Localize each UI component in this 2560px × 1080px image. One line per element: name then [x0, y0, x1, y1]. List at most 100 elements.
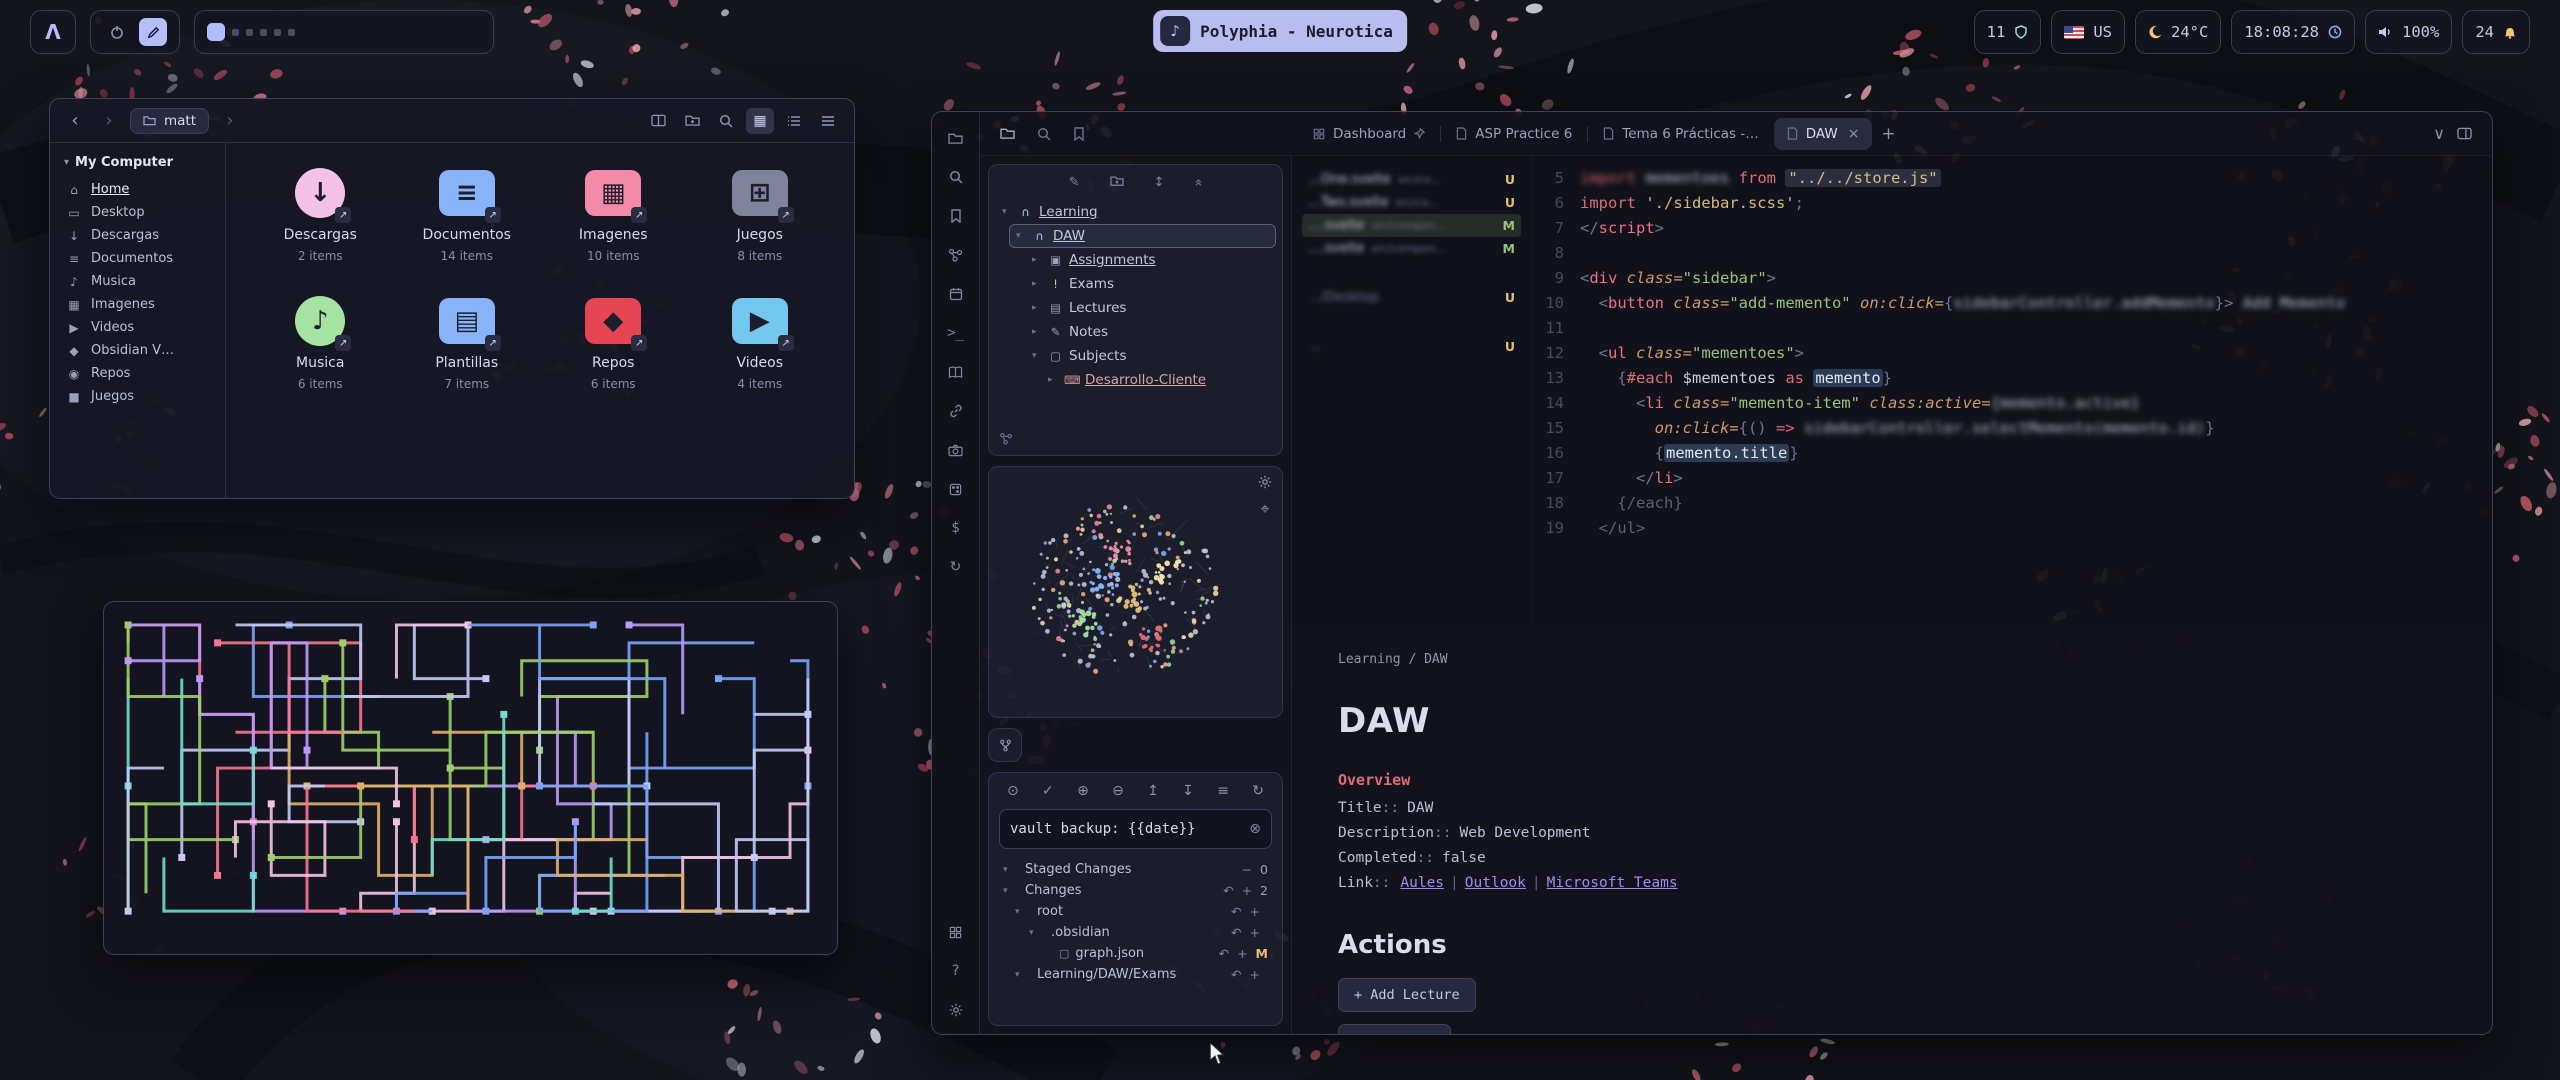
- tree-row[interactable]: ▾ ▢ Subjects: [1025, 344, 1276, 368]
- chevron-icon[interactable]: ▾: [1016, 231, 1026, 241]
- tab-asp-practice[interactable]: ASP Practice 6: [1443, 118, 1585, 150]
- git-row[interactable]: ▾ Changes ↶ + 2: [999, 880, 1272, 901]
- sidebar-item[interactable]: ◉ Repos: [58, 362, 217, 385]
- path-pill[interactable]: matt: [130, 108, 209, 134]
- git-row[interactable]: ▾ Learning/DAW/Exams ↶ +: [999, 964, 1272, 985]
- launcher-button[interactable]: Λ: [30, 10, 76, 54]
- stage-icon[interactable]: +: [1242, 883, 1252, 898]
- folder-item[interactable]: ⊞ ↗ Juegos 8 items: [690, 165, 831, 263]
- sidebar-item[interactable]: ◆ Obsidian V…: [58, 339, 217, 362]
- git-refresh-icon[interactable]: ↻: [1252, 783, 1264, 799]
- changed-file-row[interactable]: …/Desktop U: [1302, 286, 1521, 309]
- new-folder-icon[interactable]: [1110, 175, 1124, 190]
- workspace-dot[interactable]: [260, 29, 267, 36]
- camera-icon[interactable]: [945, 440, 967, 460]
- graph-view-panel[interactable]: ⌖: [988, 466, 1283, 718]
- git-push-icon[interactable]: ↥: [1147, 783, 1159, 799]
- sidebar-item[interactable]: ▦ Imagenes: [58, 293, 217, 316]
- network-icon[interactable]: [999, 432, 1272, 445]
- book-icon[interactable]: [945, 362, 967, 382]
- split-pane-icon[interactable]: [2457, 127, 2472, 140]
- discard-icon[interactable]: ↶: [1231, 925, 1241, 940]
- sidebar-item[interactable]: ⌂ Home: [58, 178, 217, 201]
- tree-row[interactable]: ▸ ⌨ Desarrollo-Cliente: [1041, 368, 1276, 392]
- bookmark-icon[interactable]: [945, 206, 967, 226]
- sync-icon[interactable]: ↻: [945, 557, 967, 577]
- discard-icon[interactable]: ↶: [1223, 883, 1233, 898]
- git-history-icon[interactable]: ⊙: [1007, 783, 1019, 799]
- active-workspace-indicator[interactable]: [207, 23, 225, 41]
- notes-widget-icon[interactable]: [139, 18, 167, 46]
- commit-message-input[interactable]: [1010, 821, 1249, 837]
- git-row[interactable]: ▾ .obsidian ↶ +: [999, 922, 1272, 943]
- search-icon[interactable]: [712, 108, 740, 134]
- tree-row[interactable]: ▸ ✎ Notes: [1025, 320, 1276, 344]
- collapsed-panel[interactable]: [988, 728, 1022, 762]
- changed-file-row[interactable]: …Two.svelte src/co… U: [1302, 191, 1521, 214]
- graph-focus-icon[interactable]: ⌖: [1260, 499, 1269, 519]
- add-lecture-button[interactable]: + Add Lecture: [1338, 978, 1476, 1012]
- chevron-icon[interactable]: ▾: [1015, 907, 1025, 917]
- git-unstage-all-icon[interactable]: ⊖: [1112, 783, 1124, 799]
- folder-item[interactable]: ▦ ↗ Imagenes 10 items: [543, 165, 684, 263]
- breadcrumb-expand[interactable]: ›: [217, 108, 243, 134]
- folder-item[interactable]: ▤ ↗ Plantillas 7 items: [397, 293, 538, 391]
- stage-icon[interactable]: +: [1237, 946, 1247, 961]
- notifications-widget[interactable]: 24: [2462, 10, 2530, 54]
- clear-commit-icon[interactable]: ⊗: [1249, 821, 1261, 837]
- tree-row[interactable]: ▸ ! Exams: [1025, 272, 1276, 296]
- forward-button[interactable]: ›: [96, 108, 122, 134]
- chevron-icon[interactable]: ▾: [1029, 928, 1039, 938]
- sidebar-section-header[interactable]: ▾ My Computer: [58, 153, 217, 178]
- code-editor[interactable]: 5import mementoes from "../../store.js"6…: [1532, 156, 2492, 626]
- vault-switcher-icon[interactable]: [945, 922, 967, 942]
- link-outlook[interactable]: Outlook: [1465, 875, 1526, 891]
- git-changelist-icon[interactable]: ≡: [1217, 783, 1229, 799]
- sidebar-item[interactable]: ≡ Documentos: [58, 247, 217, 270]
- back-button[interactable]: ‹: [62, 108, 88, 134]
- updates-widget[interactable]: 11: [1974, 10, 2042, 54]
- new-tab-button[interactable]: +: [1874, 120, 1902, 148]
- clock-widget[interactable]: 18:08:28: [2231, 10, 2355, 54]
- git-commit-icon[interactable]: ✓: [1042, 783, 1054, 799]
- chevron-icon[interactable]: ▾: [1032, 351, 1042, 361]
- pin-icon[interactable]: [1414, 128, 1425, 139]
- discard-icon[interactable]: ↶: [1231, 904, 1241, 919]
- split-view-icon[interactable]: [644, 108, 672, 134]
- stage-icon[interactable]: +: [1250, 925, 1260, 940]
- tree-row[interactable]: ▾ ∩ Learning: [995, 200, 1276, 224]
- sort-icon[interactable]: ↕: [1154, 175, 1165, 190]
- now-playing-widget[interactable]: ♪ Polyphia - Neurotica: [1153, 10, 1407, 52]
- discard-icon[interactable]: ↶: [1219, 946, 1229, 961]
- git-row[interactable]: ▾ root ↶ +: [999, 901, 1272, 922]
- tree-row[interactable]: ▸ ▤ Lectures: [1025, 296, 1276, 320]
- tab-tema6[interactable]: Tema 6 Prácticas -…: [1590, 118, 1771, 150]
- chevron-icon[interactable]: ▾: [1015, 970, 1025, 980]
- settings-gear-icon[interactable]: [945, 1000, 967, 1020]
- stage-icon[interactable]: +: [1250, 904, 1260, 919]
- collapse-all-icon[interactable]: «: [1191, 179, 1206, 187]
- git-row[interactable]: ▢ graph.json ↶ + M: [999, 943, 1272, 964]
- chevron-icon[interactable]: ▸: [1032, 255, 1042, 265]
- git-stage-all-icon[interactable]: ⊕: [1077, 783, 1089, 799]
- changed-file-row[interactable]: ….svelte src/compon… M: [1302, 237, 1521, 260]
- chevron-icon[interactable]: ▾: [1003, 865, 1013, 875]
- workspace-strip[interactable]: [194, 10, 494, 54]
- workspace-dot[interactable]: [232, 29, 239, 36]
- chevron-icon[interactable]: ▸: [1048, 375, 1058, 385]
- stage-icon[interactable]: −: [1242, 862, 1252, 877]
- folder-item[interactable]: ♪ ↗ Musica 6 items: [250, 293, 391, 391]
- sidebar-item[interactable]: ♪ Musica: [58, 270, 217, 293]
- changed-file-row[interactable]: …One.svelte src/co… U: [1302, 168, 1521, 191]
- stage-icon[interactable]: +: [1250, 967, 1260, 982]
- search-panel-tab-icon[interactable]: [1037, 127, 1051, 141]
- chevron-icon[interactable]: ▸: [1032, 327, 1042, 337]
- keyboard-layout-widget[interactable]: US: [2051, 10, 2125, 54]
- sidebar-item[interactable]: ▶ Videos: [58, 316, 217, 339]
- tab-dashboard[interactable]: Dashboard: [1300, 118, 1438, 150]
- folder-item[interactable]: ↓ ↗ Descargas 2 items: [250, 165, 391, 263]
- add-note-button[interactable]: + Add Note: [1338, 1024, 1451, 1034]
- chevron-icon[interactable]: ▸: [1032, 303, 1042, 313]
- tab-list-chevron-icon[interactable]: ∨: [2433, 124, 2445, 143]
- calendar-icon[interactable]: [945, 284, 967, 304]
